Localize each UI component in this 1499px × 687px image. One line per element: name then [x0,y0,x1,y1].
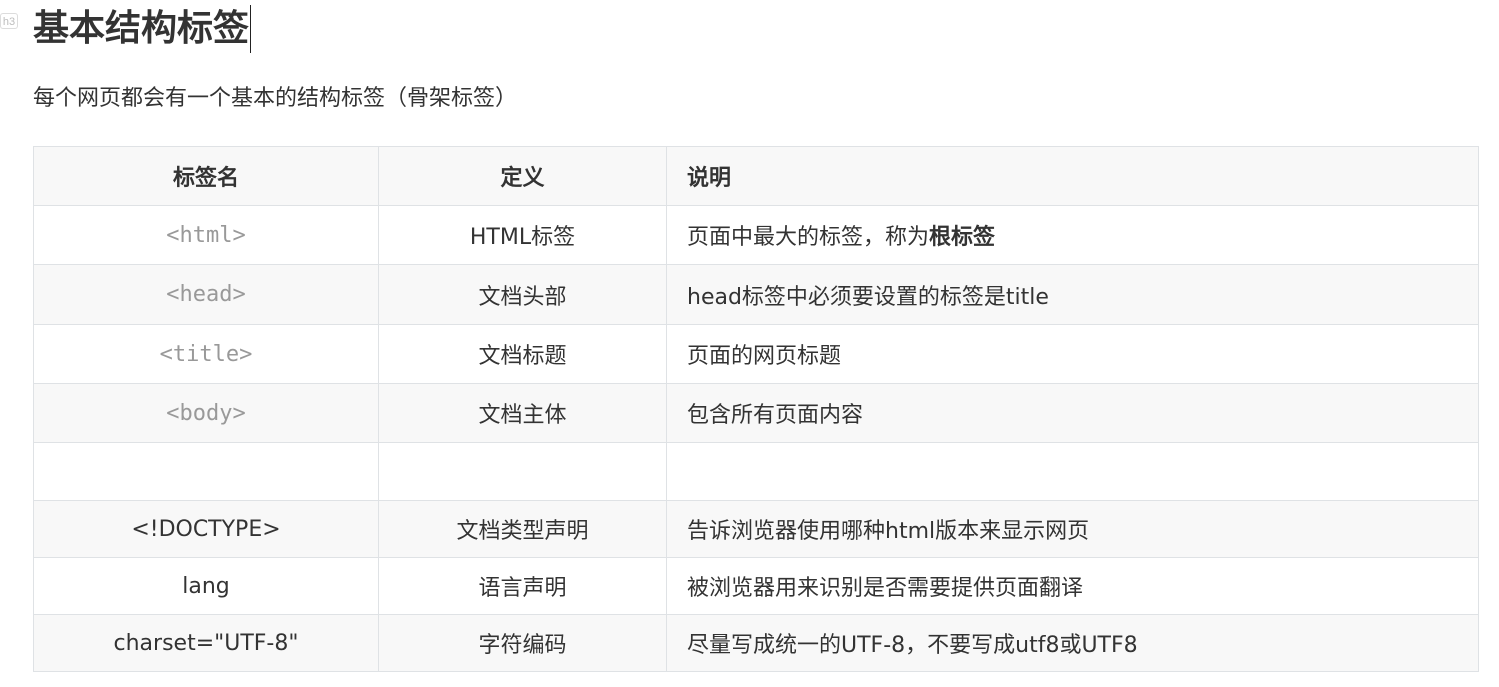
cell-definition: HTML标签 [378,205,667,265]
cell-definition: 文档主体 [378,383,667,443]
header-description: 说明 [666,146,1479,206]
description-text: 页面中最大的标签，称为 [687,225,930,250]
cell-description: 页面中最大的标签，称为根标签 [666,205,1479,265]
table-row: <html> HTML标签 页面中最大的标签，称为根标签 [33,205,1479,265]
cell-tag-name: <!DOCTYPE> [33,500,379,558]
cell-definition: 字符编码 [378,614,667,672]
table-row: <body> 文档主体 包含所有页面内容 [33,383,1479,443]
cell-description [666,442,1479,501]
page-title: 基本结构标签 [33,8,250,49]
cell-tag-name: <title> [33,324,379,384]
cell-description: head标签中必须要设置的标签是title [666,264,1479,325]
cell-description: 页面的网页标题 [666,324,1479,384]
cell-description: 包含所有页面内容 [666,383,1479,443]
code-tag: <title> [159,341,253,367]
description-bold-text: 根标签 [929,225,996,250]
cell-definition: 文档类型声明 [378,500,667,558]
cell-tag-name: <html> [33,205,379,265]
cell-definition: 语言声明 [378,557,667,615]
heading-container[interactable]: 基本结构标签 [33,4,252,54]
text-cursor [250,5,252,53]
cell-description: 被浏览器用来识别是否需要提供页面翻译 [666,557,1479,615]
table-row: charset="UTF-8" 字符编码 尽量写成统一的UTF-8，不要写成ut… [33,614,1479,672]
table-row: <title> 文档标题 页面的网页标题 [33,324,1479,384]
table-header-row: 标签名 定义 说明 [33,146,1479,206]
header-tag-name: 标签名 [33,146,379,206]
header-definition: 定义 [378,146,667,206]
code-tag: <body> [166,400,246,426]
table-row: <head> 文档头部 head标签中必须要设置的标签是title [33,264,1479,325]
code-tag: <head> [166,282,246,307]
cell-description: 告诉浏览器使用哪种html版本来显示网页 [666,500,1479,558]
heading-level-badge: h3 [0,13,18,29]
structure-tags-table: 标签名 定义 说明 <html> HTML标签 页面中最大的标签，称为根标签 <… [33,146,1479,672]
cell-tag-name: <head> [33,264,379,325]
cell-definition: 文档标题 [378,324,667,384]
cell-tag-name [33,442,379,501]
cell-tag-name: lang [33,557,379,615]
cell-description: 尽量写成统一的UTF-8，不要写成utf8或UTF8 [666,614,1479,672]
cell-tag-name: charset="UTF-8" [33,614,379,672]
cell-definition: 文档头部 [378,264,667,325]
table-row: <!DOCTYPE> 文档类型声明 告诉浏览器使用哪种html版本来显示网页 [33,500,1479,558]
table-row-empty [33,442,1479,501]
code-tag: <html> [166,222,246,248]
cell-definition [378,442,667,501]
cell-tag-name: <body> [33,383,379,443]
intro-paragraph: 每个网页都会有一个基本的结构标签（骨架标签） [33,86,518,111]
table-row: lang 语言声明 被浏览器用来识别是否需要提供页面翻译 [33,557,1479,615]
